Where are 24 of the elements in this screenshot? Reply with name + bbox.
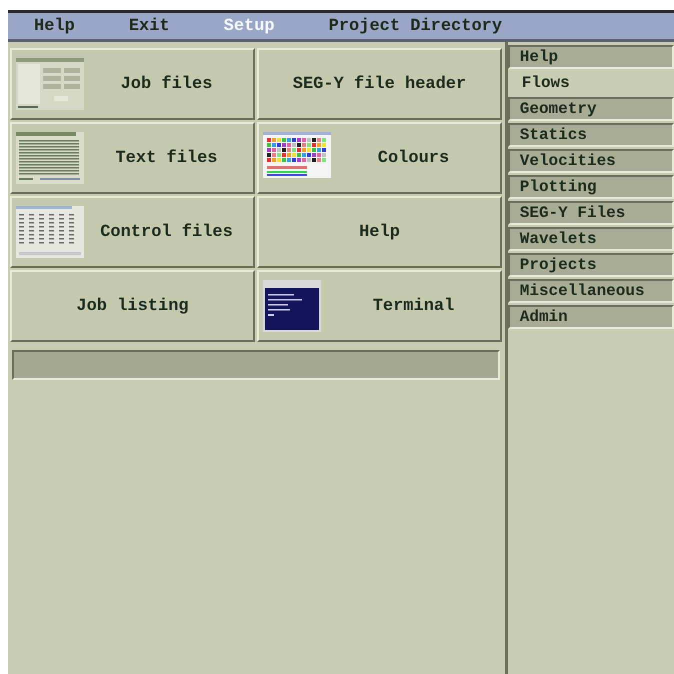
sidebar-tab[interactable]: Admin	[508, 305, 674, 329]
menu-item[interactable]: Project Directory	[328, 16, 502, 36]
sidebar-tab[interactable]: SEG-Y Files	[508, 201, 674, 225]
sidebar-tab[interactable]: Projects	[508, 253, 674, 277]
sidebar-tab[interactable]: Plotting	[508, 175, 674, 199]
menu-item[interactable]: Exit	[128, 16, 170, 36]
sidebar-tab[interactable]: Statics	[508, 123, 674, 147]
window-thumbnail-icon	[16, 206, 84, 258]
launcher-button[interactable]: Help	[257, 196, 502, 268]
sidebar-tab[interactable]: Miscellaneous	[508, 279, 674, 303]
window-thumbnail-icon	[16, 58, 84, 110]
launcher-button[interactable]: SEG-Y file header	[257, 48, 502, 120]
launcher-button[interactable]: Colours	[257, 122, 502, 194]
launcher-button[interactable]: Job files	[10, 48, 255, 120]
launcher-button[interactable]: Job listing	[10, 270, 255, 342]
menu-item[interactable]: Help	[34, 16, 75, 36]
launcher-button[interactable]: Control files	[10, 196, 255, 268]
sidebar-tab[interactable]: Wavelets	[508, 227, 674, 251]
sidebar-tab[interactable]: Velocities	[508, 149, 674, 173]
launcher-button[interactable]: Terminal	[257, 270, 502, 342]
sidebar-tab[interactable]: Help	[508, 45, 674, 69]
launcher-button[interactable]: Text files	[10, 122, 255, 194]
window-thumbnail-icon	[16, 132, 84, 184]
sidebar-tab[interactable]: Geometry	[508, 97, 674, 121]
